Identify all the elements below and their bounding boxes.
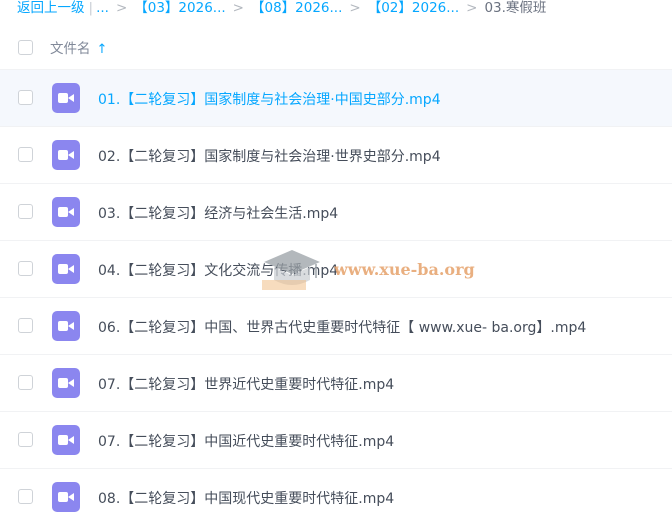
file-name[interactable]: 02.【二轮复习】国家制度与社会治理·世界史部分.mp4 [98, 146, 441, 166]
filename-header-label: 文件名 [50, 41, 91, 57]
row-checkbox[interactable] [18, 261, 33, 276]
video-file-icon [52, 197, 80, 227]
back-link[interactable]: 返回上一级 [17, 0, 85, 16]
video-file-icon [52, 140, 80, 170]
breadcrumb-current: 03.寒假班 [484, 0, 547, 16]
row-checkbox[interactable] [18, 489, 33, 504]
file-name[interactable]: 01.【二轮复习】国家制度与社会治理·中国史部分.mp4 [98, 89, 441, 109]
row-checkbox[interactable] [18, 204, 33, 219]
arrow-up-icon[interactable]: ↑ [97, 42, 108, 57]
breadcrumb-separator: > [466, 0, 478, 16]
file-name[interactable]: 03.【二轮复习】经济与社会生活.mp4 [98, 203, 338, 223]
video-file-icon [52, 311, 80, 341]
row-checkbox[interactable] [18, 90, 33, 105]
video-file-icon [52, 254, 80, 284]
breadcrumb-item-2[interactable]: 【08】2026... [251, 0, 342, 16]
video-file-icon [52, 368, 80, 398]
file-name[interactable]: 04.【二轮复习】文化交流与传播.mp4 [98, 260, 338, 280]
breadcrumb-separator: > [349, 0, 361, 16]
select-all-checkbox[interactable] [18, 40, 33, 55]
table-row[interactable]: 07.【二轮复习】世界近代史重要时代特征.mp4 [0, 354, 672, 411]
breadcrumb-divider: | [88, 0, 94, 16]
table-row[interactable]: 08.【二轮复习】中国现代史重要时代特征.mp4 [0, 468, 672, 525]
table-row[interactable]: 07.【二轮复习】中国近代史重要时代特征.mp4 [0, 411, 672, 468]
breadcrumb-item-3[interactable]: 【02】2026... [368, 0, 459, 16]
file-name[interactable]: 07.【二轮复习】中国近代史重要时代特征.mp4 [98, 431, 394, 451]
table-header: 文件名 ↑ [0, 24, 672, 71]
video-file-icon [52, 83, 80, 113]
row-checkbox[interactable] [18, 375, 33, 390]
filename-column-header[interactable]: 文件名 ↑ [50, 37, 107, 57]
file-name[interactable]: 06.【二轮复习】中国、世界古代史重要时代特征【 www.xue- ba.org… [98, 317, 586, 337]
table-row[interactable]: 06.【二轮复习】中国、世界古代史重要时代特征【 www.xue- ba.org… [0, 297, 672, 354]
breadcrumb-item-1[interactable]: 【03】2026... [134, 0, 225, 16]
video-file-icon [52, 482, 80, 512]
row-checkbox[interactable] [18, 432, 33, 447]
table-row[interactable]: 01.【二轮复习】国家制度与社会治理·中国史部分.mp4 [0, 69, 672, 126]
file-name[interactable]: 07.【二轮复习】世界近代史重要时代特征.mp4 [98, 374, 394, 394]
file-list: 01.【二轮复习】国家制度与社会治理·中国史部分.mp4 02.【二轮复习】国家… [0, 69, 672, 525]
row-checkbox[interactable] [18, 318, 33, 333]
breadcrumb-ellipsis[interactable]: ... [96, 0, 109, 16]
video-file-icon [52, 425, 80, 455]
breadcrumb: 返回上一级 |... > 【03】2026... > 【08】2026... > 【02】20… [17, 0, 546, 17]
table-row[interactable]: 03.【二轮复习】经济与社会生活.mp4 [0, 183, 672, 240]
row-checkbox[interactable] [18, 147, 33, 162]
table-row[interactable]: 02.【二轮复习】国家制度与社会治理·世界史部分.mp4 [0, 126, 672, 183]
breadcrumb-separator: > [115, 0, 128, 16]
table-row[interactable]: 04.【二轮复习】文化交流与传播.mp4 [0, 240, 672, 297]
file-name[interactable]: 08.【二轮复习】中国现代史重要时代特征.mp4 [98, 488, 394, 508]
breadcrumb-separator: > [232, 0, 244, 16]
